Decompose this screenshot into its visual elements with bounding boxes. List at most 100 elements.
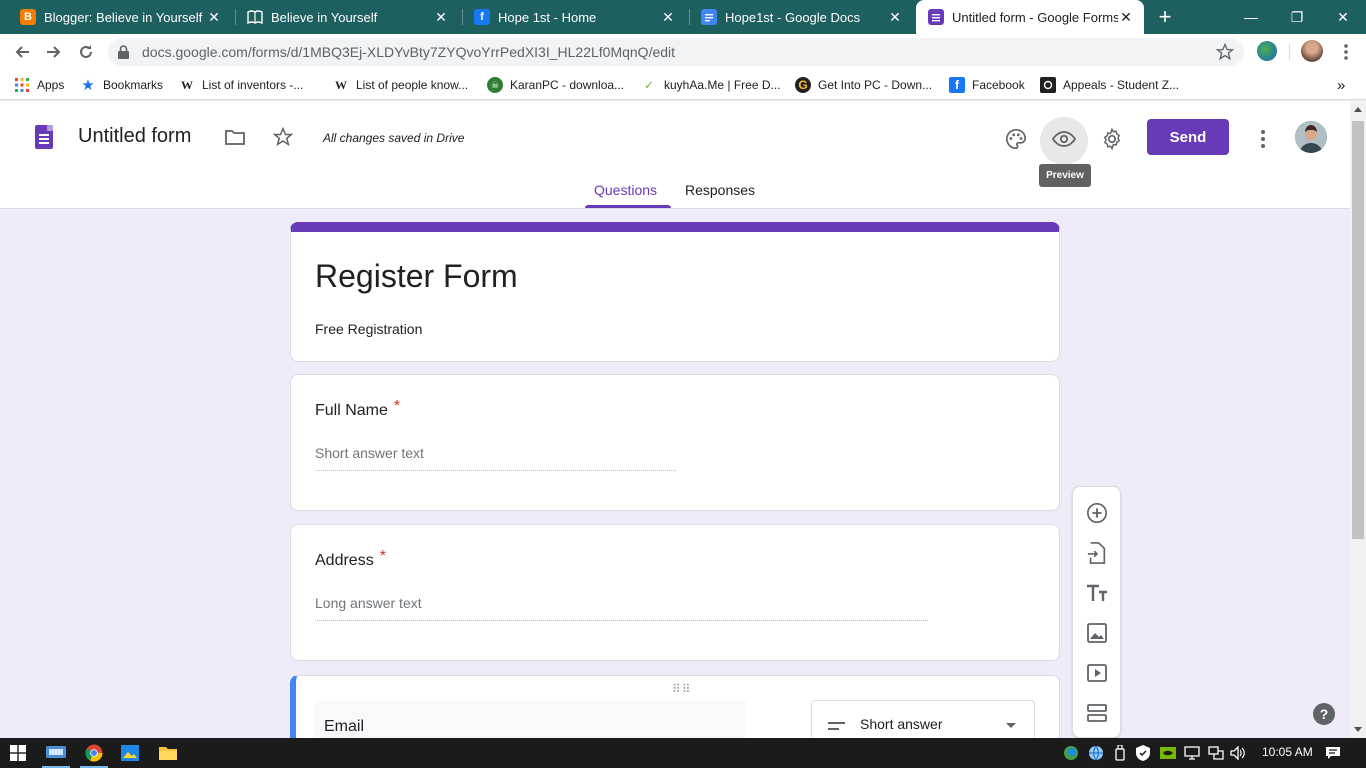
- tab-close-icon[interactable]: ✕: [660, 9, 676, 26]
- forward-icon[interactable]: [42, 40, 66, 64]
- reload-icon[interactable]: [74, 40, 98, 64]
- new-tab-button[interactable]: +: [1155, 6, 1175, 28]
- add-video-icon[interactable]: [1085, 661, 1109, 685]
- tray-volume-icon[interactable]: [1230, 745, 1246, 761]
- bookmark-label: Apps: [37, 78, 65, 92]
- question-card[interactable]: Full Name * Short answer text: [290, 374, 1060, 511]
- question-title: Full Name: [315, 402, 388, 419]
- tray-defender-icon[interactable]: [1135, 745, 1151, 761]
- wikipedia-icon: W: [181, 77, 193, 92]
- question-label: Full Name *: [315, 398, 400, 420]
- help-icon[interactable]: ?: [1313, 703, 1335, 725]
- tab-close-icon[interactable]: ✕: [433, 9, 449, 26]
- bookmark-apps[interactable]: Apps: [14, 76, 64, 94]
- tab-title: Believe in Yourself: [271, 9, 378, 25]
- star-icon[interactable]: [271, 125, 295, 149]
- bookmark-getintopc[interactable]: G Get Into PC - Down...: [795, 76, 932, 94]
- google-forms-logo-icon[interactable]: [35, 125, 53, 149]
- action-center-icon[interactable]: [1325, 745, 1341, 761]
- wikipedia-icon: W: [335, 77, 347, 92]
- add-image-icon[interactable]: [1085, 621, 1109, 645]
- bookmark-label: Get Into PC - Down...: [818, 78, 933, 92]
- bookmark-label: List of inventors -...: [202, 78, 304, 92]
- bookmark-star-icon[interactable]: [1215, 42, 1235, 66]
- form-title[interactable]: Register Form: [315, 258, 518, 295]
- more-options-button[interactable]: [1239, 117, 1287, 165]
- restore-button[interactable]: ❐: [1274, 0, 1320, 34]
- taskbar-clock[interactable]: 10:05 AM: [1262, 745, 1313, 759]
- minimize-button[interactable]: —: [1228, 0, 1274, 34]
- bookmark-people[interactable]: W List of people know...: [333, 76, 468, 94]
- taskbar-app-explorer-icon[interactable]: [38, 738, 74, 768]
- question-title: Address: [315, 552, 374, 569]
- answer-underline: [315, 470, 676, 471]
- tray-network-globe-icon[interactable]: [1063, 745, 1079, 761]
- browser-tab-believe[interactable]: Believe in Yourself ✕: [227, 0, 459, 34]
- answer-placeholder: Short answer text: [315, 445, 424, 461]
- taskbar-chrome-icon[interactable]: [76, 738, 112, 768]
- windows-start-icon[interactable]: [0, 738, 36, 768]
- drag-handle-icon[interactable]: ⠿⠿: [672, 682, 692, 696]
- url-text: docs.google.com/forms/d/1MBQ3Ej-XLDYvBty…: [142, 44, 676, 60]
- account-avatar[interactable]: [1295, 121, 1327, 153]
- browser-tab-google-forms[interactable]: Untitled form - Google Forms ✕: [916, 0, 1144, 34]
- extension-globe-icon[interactable]: [1257, 41, 1277, 61]
- tray-display-icon[interactable]: [1184, 745, 1200, 761]
- bookmarks-overflow-button[interactable]: »: [1337, 76, 1345, 94]
- close-window-button[interactable]: ✕: [1320, 0, 1366, 34]
- tab-close-icon[interactable]: ✕: [1118, 9, 1134, 26]
- send-button[interactable]: Send: [1147, 119, 1229, 155]
- kuyhaa-icon: ✓: [643, 78, 655, 92]
- add-question-icon[interactable]: [1085, 501, 1109, 525]
- form-title-card[interactable]: Register Form Free Registration: [290, 222, 1060, 362]
- bookmark-bookmarks[interactable]: ★ Bookmarks: [80, 76, 163, 94]
- add-title-icon[interactable]: [1085, 581, 1109, 605]
- question-title-value: Email: [324, 718, 365, 735]
- bookmark-inventors[interactable]: W List of inventors -...: [179, 76, 303, 94]
- browser-tab-blogger[interactable]: B Blogger: Believe in Yourself - A ✕: [0, 0, 232, 34]
- tab-responses[interactable]: Responses: [685, 182, 755, 198]
- browser-toolbar: docs.google.com/forms/d/1MBQ3Ej-XLDYvBty…: [0, 34, 1366, 70]
- tray-globe-icon[interactable]: [1088, 745, 1104, 761]
- windows-taskbar: 10:05 AM: [0, 738, 1366, 768]
- bookmark-karanpc[interactable]: ☠ KaranPC - downloa...: [487, 76, 624, 94]
- form-description[interactable]: Free Registration: [315, 321, 422, 337]
- bookmark-facebook[interactable]: f Facebook: [949, 76, 1025, 94]
- move-to-folder-icon[interactable]: [223, 125, 247, 149]
- taskbar-photos-icon[interactable]: [112, 738, 148, 768]
- question-card[interactable]: Address * Long answer text: [290, 524, 1060, 661]
- scroll-up-arrow[interactable]: [1354, 107, 1362, 112]
- add-section-icon[interactable]: [1085, 701, 1109, 725]
- scroll-down-arrow[interactable]: [1354, 727, 1362, 732]
- profile-avatar-icon[interactable]: [1301, 40, 1323, 62]
- page-scrollbar[interactable]: [1350, 101, 1366, 738]
- form-doc-title[interactable]: Untitled form: [78, 125, 191, 148]
- bookmark-kuyhaa[interactable]: ✓ kuyhAa.Me | Free D...: [641, 76, 781, 94]
- bookmarks-bar: Apps ★ Bookmarks W List of inventors -..…: [0, 70, 1366, 100]
- scrollbar-thumb[interactable]: [1352, 121, 1364, 539]
- back-icon[interactable]: [10, 40, 34, 64]
- bookmark-appeals[interactable]: Appeals - Student Z...: [1040, 76, 1179, 94]
- tab-close-icon[interactable]: ✕: [887, 9, 903, 26]
- taskbar-file-explorer-icon[interactable]: [150, 738, 186, 768]
- tab-title: Hope1st - Google Docs: [725, 9, 861, 25]
- preview-tooltip: Preview: [1039, 164, 1091, 187]
- chrome-menu-icon[interactable]: [1334, 40, 1358, 64]
- tab-close-icon[interactable]: ✕: [206, 9, 222, 26]
- import-questions-icon[interactable]: [1085, 541, 1109, 565]
- answer-underline: [315, 620, 928, 621]
- customize-theme-button[interactable]: [992, 117, 1040, 165]
- tray-nvidia-icon[interactable]: [1160, 745, 1176, 761]
- tray-network-icon[interactable]: [1208, 745, 1224, 761]
- tray-usb-icon[interactable]: [1112, 745, 1128, 761]
- browser-tab-hope-home[interactable]: f Hope 1st - Home ✕: [454, 0, 686, 34]
- settings-button[interactable]: [1088, 117, 1136, 165]
- facebook-icon: f: [949, 77, 965, 93]
- tab-questions[interactable]: Questions: [594, 182, 657, 198]
- address-bar[interactable]: docs.google.com/forms/d/1MBQ3Ej-XLDYvBty…: [108, 38, 1244, 66]
- browser-tab-google-docs[interactable]: Hope1st - Google Docs ✕: [681, 0, 913, 34]
- apps-grid-icon: [14, 77, 30, 93]
- preview-button[interactable]: [1040, 117, 1088, 165]
- question-type-label: Short answer: [860, 716, 943, 732]
- forms-header: Untitled form All changes saved in Drive…: [0, 101, 1350, 209]
